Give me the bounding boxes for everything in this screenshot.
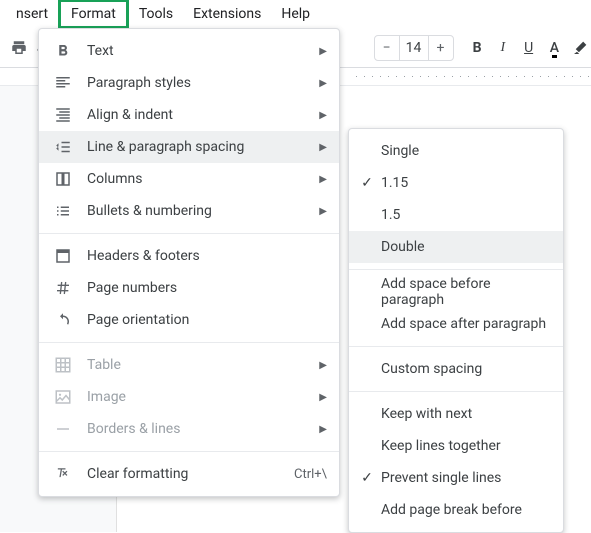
shortcut: Ctrl+\ xyxy=(294,467,327,482)
menu-tools[interactable]: Tools xyxy=(129,2,183,26)
option-label: Add space before paragraph xyxy=(377,276,551,308)
italic-button[interactable]: I xyxy=(492,34,514,62)
chevron-right-icon: ▶ xyxy=(319,46,327,57)
format-menu-dropdown: Text ▶ Paragraph styles ▶ Align & indent… xyxy=(38,28,340,497)
spacing-option-115[interactable]: ✓ 1.15 xyxy=(349,167,563,199)
menu-item-page-numbers[interactable]: Page numbers xyxy=(39,272,339,304)
rotate-icon xyxy=(51,311,75,329)
bullets-icon xyxy=(51,202,75,220)
chevron-right-icon: ▶ xyxy=(319,142,327,153)
chevron-right-icon: ▶ xyxy=(319,174,327,185)
separator xyxy=(39,233,339,234)
menu-help[interactable]: Help xyxy=(271,2,320,26)
spacing-keep-together[interactable]: Keep lines together xyxy=(349,430,563,462)
line-icon xyxy=(51,420,75,438)
text-color-button[interactable]: A xyxy=(543,34,565,62)
separator xyxy=(349,269,563,270)
option-label: 1.5 xyxy=(377,207,551,223)
menu-label: Table xyxy=(87,357,319,373)
option-label: Keep with next xyxy=(377,406,551,422)
align-icon xyxy=(51,106,75,124)
clear-format-icon xyxy=(51,465,75,483)
menu-label: Paragraph styles xyxy=(87,75,319,91)
menu-label: Columns xyxy=(87,171,319,187)
print-icon[interactable] xyxy=(8,34,30,62)
font-size-increase[interactable]: + xyxy=(429,40,453,56)
menu-label: Page numbers xyxy=(87,280,327,296)
headers-icon xyxy=(51,247,75,265)
paragraph-icon xyxy=(51,74,75,92)
menu-item-image: Image ▶ xyxy=(39,381,339,413)
line-spacing-icon xyxy=(51,138,75,156)
font-size-control: − 14 + xyxy=(374,35,454,61)
bold-icon xyxy=(51,42,75,60)
menu-item-table: Table ▶ xyxy=(39,349,339,381)
option-label: Double xyxy=(377,239,551,255)
option-label: Custom spacing xyxy=(377,361,551,377)
menu-label: Borders & lines xyxy=(87,421,319,437)
highlight-color-button[interactable] xyxy=(569,34,591,62)
spacing-prevent-single[interactable]: ✓ Prevent single lines xyxy=(349,462,563,494)
menu-label: Clear formatting xyxy=(87,466,294,482)
check-icon: ✓ xyxy=(357,175,377,191)
font-size-decrease[interactable]: − xyxy=(375,40,399,56)
menu-label: Bullets & numbering xyxy=(87,203,319,219)
spacing-option-single[interactable]: Single xyxy=(349,135,563,167)
option-label: Keep lines together xyxy=(377,438,551,454)
spacing-add-after[interactable]: Add space after paragraph xyxy=(349,308,563,340)
menu-label: Headers & footers xyxy=(87,248,327,264)
chevron-right-icon: ▶ xyxy=(319,206,327,217)
menu-item-columns[interactable]: Columns ▶ xyxy=(39,163,339,195)
menu-item-paragraph-styles[interactable]: Paragraph styles ▶ xyxy=(39,67,339,99)
menu-item-page-orientation[interactable]: Page orientation xyxy=(39,304,339,336)
spacing-add-before[interactable]: Add space before paragraph xyxy=(349,276,563,308)
option-label: Prevent single lines xyxy=(377,470,551,486)
menu-label: Line & paragraph spacing xyxy=(87,139,319,155)
separator xyxy=(349,391,563,392)
chevron-right-icon: ▶ xyxy=(319,424,327,435)
menu-label: Image xyxy=(87,389,319,405)
line-spacing-submenu: Single ✓ 1.15 1.5 Double Add space befor… xyxy=(348,128,564,533)
option-label: Add page break before xyxy=(377,502,551,518)
menubar: nsert Format Tools Extensions Help xyxy=(0,0,591,28)
separator xyxy=(39,342,339,343)
menu-label: Page orientation xyxy=(87,312,327,328)
option-label: Single xyxy=(377,143,551,159)
table-icon xyxy=(51,356,75,374)
hash-icon xyxy=(51,280,75,296)
spacing-custom[interactable]: Custom spacing xyxy=(349,353,563,385)
font-size-value[interactable]: 14 xyxy=(399,36,429,60)
menu-extensions[interactable]: Extensions xyxy=(183,2,271,26)
spacing-option-double[interactable]: Double xyxy=(349,231,563,263)
option-label: 1.15 xyxy=(377,175,551,191)
spacing-page-break-before[interactable]: Add page break before xyxy=(349,494,563,526)
menu-format[interactable]: Format xyxy=(58,0,129,29)
menu-insert[interactable]: nsert xyxy=(6,2,58,26)
underline-button[interactable]: U xyxy=(518,34,540,62)
chevron-right-icon: ▶ xyxy=(319,110,327,121)
separator xyxy=(349,346,563,347)
option-label: Add space after paragraph xyxy=(377,316,551,332)
check-icon: ✓ xyxy=(357,470,377,486)
chevron-right-icon: ▶ xyxy=(319,392,327,403)
spacing-keep-with-next[interactable]: Keep with next xyxy=(349,398,563,430)
menu-item-headers-footers[interactable]: Headers & footers xyxy=(39,240,339,272)
menu-item-bullets[interactable]: Bullets & numbering ▶ xyxy=(39,195,339,227)
menu-item-text[interactable]: Text ▶ xyxy=(39,35,339,67)
bold-button[interactable]: B xyxy=(466,34,488,62)
columns-icon xyxy=(51,170,75,188)
menu-item-align-indent[interactable]: Align & indent ▶ xyxy=(39,99,339,131)
image-icon xyxy=(51,388,75,406)
separator xyxy=(39,451,339,452)
menu-item-borders: Borders & lines ▶ xyxy=(39,413,339,445)
menu-label: Text xyxy=(87,43,319,59)
spacing-option-15[interactable]: 1.5 xyxy=(349,199,563,231)
menu-label: Align & indent xyxy=(87,107,319,123)
chevron-right-icon: ▶ xyxy=(319,78,327,89)
chevron-right-icon: ▶ xyxy=(319,360,327,371)
menu-item-line-spacing[interactable]: Line & paragraph spacing ▶ xyxy=(39,131,339,163)
menu-item-clear-formatting[interactable]: Clear formatting Ctrl+\ xyxy=(39,458,339,490)
